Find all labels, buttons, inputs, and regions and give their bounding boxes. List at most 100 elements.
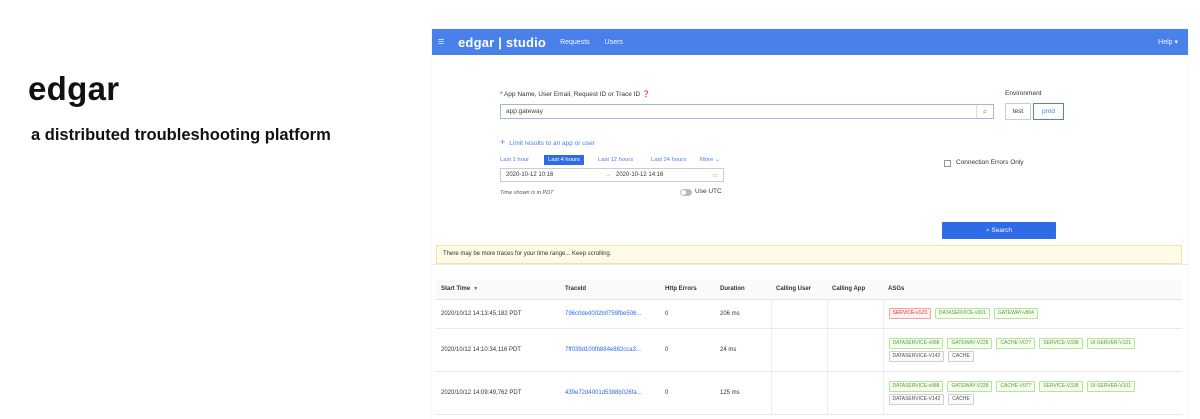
cell-http-errors: 0	[660, 371, 715, 415]
brand-logo[interactable]: edgar | studio	[458, 35, 546, 50]
asg-tag[interactable]: DATASERVICE-v088	[888, 380, 944, 392]
cell-calling-app	[826, 299, 883, 329]
col-calling-user: Calling User	[771, 279, 827, 300]
asg-tag[interactable]: SERVICE-V338	[1039, 380, 1083, 392]
range-last-12-hours[interactable]: Last 12 hours	[598, 155, 633, 165]
asg-tag[interactable]: DATASERVICE-v088	[888, 337, 944, 349]
date-range-picker[interactable]: 2020-10-12 10:16 → 2020-10-12 14:16 ▭	[500, 168, 724, 182]
env-prod-button[interactable]: prod	[1033, 103, 1064, 120]
cell-traceid[interactable]: 796c0ded002b0759fbe506...	[560, 299, 660, 329]
nav-users[interactable]: Users	[605, 39, 623, 46]
col-asgs: ASGs	[883, 279, 1182, 300]
cell-calling-app	[826, 328, 883, 372]
cell-traceid-text[interactable]: 796c0ded002b0759fbe506...	[565, 311, 641, 317]
cell-duration: 24 ms	[715, 328, 771, 372]
cell-calling-app	[826, 371, 883, 415]
cell-http-errors: 0	[660, 328, 715, 372]
slide-subtitle: a distributed troubleshooting platform	[31, 126, 331, 144]
asg-tag[interactable]: CACHE	[948, 350, 974, 362]
cell-http-errors-text: 0	[665, 346, 669, 353]
environment-label: Environment	[1005, 90, 1042, 97]
cell-asgs: SERVICE-v123 DATASERVICE-v001 GATEWAY-v804	[882, 299, 1182, 329]
date-end: 2020-10-12 14:16	[616, 172, 664, 178]
cell-traceid[interactable]: 439e72d4001d5388b026fa...	[560, 371, 660, 415]
limit-results-link[interactable]: + Limit results to an app or user	[500, 137, 595, 147]
slide-title: edgar	[28, 70, 120, 107]
query-value: app:gateway	[506, 108, 543, 115]
cell-calling-user	[770, 371, 827, 415]
asg-tag[interactable]: DATASERVICE-V142	[888, 393, 945, 405]
cell-duration-text: 206 ms	[720, 310, 740, 317]
cell-duration: 125 ms	[715, 371, 771, 415]
help-menu[interactable]: Help ▾	[1158, 38, 1178, 46]
table-row[interactable]: 2020/10/12 14:13:45,182 PDT 796c0ded002b0…	[436, 299, 1182, 329]
date-start: 2020-10-12 10:16	[506, 172, 554, 178]
range-last-1-hour[interactable]: Last 1 hour	[500, 155, 529, 165]
cell-duration-text: 24 ms	[720, 346, 737, 353]
table-row[interactable]: 2020/10/12 14:10:34,116 PDT 7ff039d100fb8…	[436, 328, 1182, 372]
app-window: ≡ edgar | studio Requests Users Help ▾ *…	[432, 29, 1188, 419]
cell-traceid-text[interactable]: 439e72d4001d5388b026fa...	[565, 390, 642, 396]
cell-asgs: DATASERVICE-v088 GATEWAY-V228 CACHE-V077 SE…	[882, 328, 1182, 372]
col-http-errors: Http Errors	[660, 279, 715, 300]
asg-tag[interactable]: DATASERVICE-v001	[934, 308, 990, 319]
range-last-4-hours[interactable]: Last 4 hours	[544, 155, 584, 165]
cell-start-time-text: 2020/10/12 14:13:45,182 PDT	[441, 310, 522, 317]
asg-tag[interactable]: GATEWAY-V228	[947, 337, 993, 349]
asg-tag[interactable]: SERVICE-v123	[888, 308, 931, 319]
cell-duration-text: 125 ms	[720, 389, 740, 396]
table-header-row: Start Time ▼ TraceId Http Errors Duration…	[436, 279, 1182, 300]
asg-tag[interactable]: CACHE-V077	[996, 337, 1036, 349]
use-utc-label: Use UTC	[695, 188, 722, 195]
calendar-icon: ▭	[712, 173, 718, 179]
cell-calling-user	[770, 299, 827, 329]
cell-traceid[interactable]: 7ff039d100fb884e882cca3...	[560, 328, 660, 372]
search-icon[interactable]: ⌕	[976, 105, 993, 118]
asg-tag[interactable]: CACHE	[948, 393, 974, 405]
col-start-time[interactable]: Start Time ▼	[436, 279, 560, 300]
timezone-note: Time shown is in PDT	[500, 190, 554, 196]
search-form: * App Name, User Email, Request ID or Tr…	[432, 55, 1188, 265]
connection-errors-checkbox[interactable]	[944, 160, 951, 167]
cell-start-time-text: 2020/10/12 14:10:34,116 PDT	[441, 346, 521, 353]
asg-tag[interactable]: CACHE-V077	[996, 380, 1036, 392]
search-button[interactable]: ⌕ Search	[942, 222, 1056, 239]
cell-start-time: 2020/10/12 14:10:34,116 PDT	[436, 328, 560, 372]
menu-icon[interactable]: ≡	[432, 36, 450, 48]
cell-start-time: 2020/10/12 14:13:45,182 PDT	[436, 299, 560, 329]
traces-table: Start Time ▼ TraceId Http Errors Duration…	[436, 279, 1182, 415]
cell-start-time: 2020/10/12 14:09:49,762 PDT	[436, 371, 560, 415]
sort-down-icon[interactable]: ▼	[473, 286, 478, 292]
col-traceid: TraceId	[560, 279, 660, 300]
cell-calling-user	[770, 328, 827, 372]
date-arrow: →	[605, 172, 611, 178]
use-utc-toggle[interactable]	[680, 189, 692, 196]
nav-requests[interactable]: Requests	[560, 39, 590, 46]
range-last-24-hours[interactable]: Last 24 hours	[651, 155, 686, 165]
scroll-notice: There may be more traces for your time r…	[436, 245, 1182, 264]
env-test-button[interactable]: test	[1005, 103, 1031, 120]
asg-tag[interactable]: GATEWAY-V228	[947, 380, 993, 392]
cell-start-time-text: 2020/10/12 14:09:49,762 PDT	[441, 389, 522, 396]
col-calling-app: Calling App	[827, 279, 883, 300]
asg-tag[interactable]: GATEWAY-v804	[993, 308, 1038, 319]
asg-tag[interactable]: DATASERVICE-V142	[888, 350, 945, 362]
cell-http-errors: 0	[660, 299, 715, 329]
query-label: * App Name, User Email, Request ID or Tr…	[500, 91, 651, 98]
asg-tag[interactable]: UI-SERVER-V101	[1086, 380, 1135, 392]
asg-tag[interactable]: SERVICE-V338	[1039, 337, 1083, 349]
cell-asgs: DATASERVICE-v088 GATEWAY-V228 CACHE-V077 SE…	[882, 371, 1182, 415]
cell-http-errors-text: 0	[665, 389, 669, 396]
range-more-dropdown[interactable]: More ⌄	[700, 155, 720, 165]
connection-errors-label: Connection Errors Only	[956, 159, 1024, 166]
cell-duration: 206 ms	[715, 299, 771, 329]
cell-traceid-text[interactable]: 7ff039d100fb884e882cca3...	[565, 347, 641, 353]
asg-tag[interactable]: UI-SERVER-V101	[1086, 337, 1135, 349]
top-navbar: ≡ edgar | studio Requests Users Help ▾	[432, 29, 1188, 55]
info-icon: ❓	[641, 91, 651, 98]
plus-icon: +	[500, 137, 506, 147]
col-duration: Duration	[715, 279, 771, 300]
query-input[interactable]: app:gateway ⌕	[500, 104, 994, 119]
table-row[interactable]: 2020/10/12 14:09:49,762 PDT 439e72d4001d5…	[436, 371, 1182, 415]
cell-http-errors-text: 0	[665, 310, 669, 317]
